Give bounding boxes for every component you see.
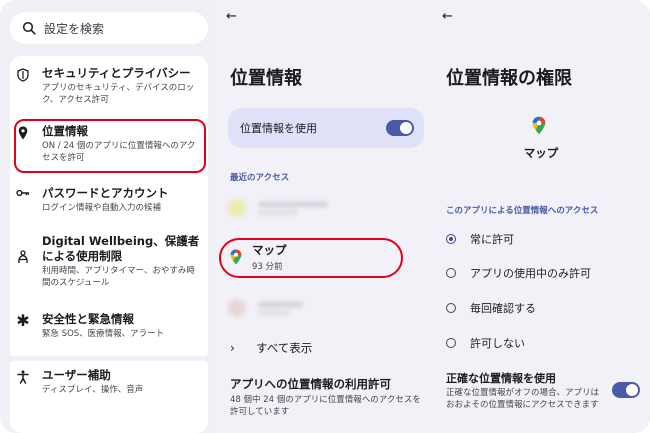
app-icon <box>228 199 246 217</box>
search-bar[interactable]: 設定を検索 <box>10 12 208 44</box>
radio-option-ask-every-time[interactable]: 毎回確認する <box>446 300 536 316</box>
access-heading: このアプリによる位置情報へのアクセス <box>446 206 599 216</box>
radio-label: 常に許可 <box>470 233 514 246</box>
radio-option-always[interactable]: 常に許可 <box>446 231 514 247</box>
radio-option-deny[interactable]: 許可しない <box>446 335 525 351</box>
settings-item-subtitle: 利用時間、アプリタイマー、おやすみ時間のスケジュール <box>42 266 195 288</box>
location-permission-panel: ← 位置情報の権限 マップ このアプリによる位置情報へのアクセス 常に許可 アプ… <box>432 0 650 433</box>
settings-item-title: Digital Wellbeing、保護者による使用制限 <box>42 234 200 263</box>
chevron-right-icon: › <box>230 341 235 355</box>
recent-access-heading: 最近のアクセス <box>230 173 290 183</box>
app-name: マップ <box>523 146 559 160</box>
settings-item-wellbeing[interactable]: Digital Wellbeing、保護者による使用制限 利用時間、アプリタイマ… <box>10 234 208 289</box>
settings-sidebar: 設定を検索 セキュリティとプライバシー アプリのセキュリティ、デバイスのロック、… <box>0 0 216 433</box>
blurred-app-row[interactable] <box>228 291 303 325</box>
app-permission-summary: 48 個中 24 個のアプリに位置情報へのアクセスを許可しています <box>230 395 421 417</box>
radio-option-while-using[interactable]: アプリの使用中のみ許可 <box>446 265 591 281</box>
highlight-box <box>14 119 206 173</box>
app-icon <box>228 299 246 317</box>
settings-item-subtitle: ログイン情報や自動入力の候補 <box>42 203 162 213</box>
shield-icon <box>17 68 29 82</box>
settings-item-title: 安全性と緊急情報 <box>42 312 134 326</box>
search-icon <box>22 21 36 35</box>
settings-item-passwords[interactable]: パスワードとアカウント ログイン情報や自動入力の候補 <box>10 186 208 214</box>
settings-item-subtitle: アプリのセキュリティ、デバイスのロック、アクセス許可 <box>42 83 195 105</box>
settings-item-title: パスワードとアカウント <box>42 186 169 200</box>
precise-location-toggle[interactable] <box>612 382 640 398</box>
settings-item-title: ユーザー補助 <box>42 368 111 382</box>
precise-location-description: 正確な位置情報がオフの場合、アプリはおおよその位置情報にアクセスできます <box>446 388 600 410</box>
show-all-label: すべて表示 <box>256 341 313 355</box>
settings-item-subtitle: ディスプレイ、操作、音声 <box>42 385 144 395</box>
settings-item-security[interactable]: セキュリティとプライバシー アプリのセキュリティ、デバイスのロック、アクセス許可 <box>10 66 208 106</box>
page-title: 位置情報 <box>230 68 302 89</box>
radio-button[interactable] <box>446 338 456 348</box>
highlight-box <box>219 238 403 278</box>
search-input[interactable]: 設定を検索 <box>44 20 104 37</box>
radio-button[interactable] <box>446 268 456 278</box>
key-icon <box>16 189 30 197</box>
settings-item-title: セキュリティとプライバシー <box>42 66 191 80</box>
use-location-toggle[interactable] <box>386 120 414 136</box>
settings-window: 設定を検索 セキュリティとプライバシー アプリのセキュリティ、デバイスのロック、… <box>0 0 650 433</box>
location-panel: ← 位置情報 位置情報を使用 最近のアクセス マップ 93 分前 › すべて表示… <box>216 0 432 433</box>
accessibility-icon <box>17 370 29 384</box>
page-title: 位置情報の権限 <box>446 68 572 89</box>
radio-label: 毎回確認する <box>470 302 536 315</box>
radio-button[interactable] <box>446 303 456 313</box>
blurred-app-row[interactable] <box>228 191 328 225</box>
radio-label: アプリの使用中のみ許可 <box>470 267 591 280</box>
app-permission-title[interactable]: アプリへの位置情報の利用許可 <box>230 376 391 392</box>
radio-button[interactable] <box>446 234 456 244</box>
settings-item-accessibility[interactable]: ユーザー補助 ディスプレイ、操作、音声 <box>10 368 208 396</box>
precise-location-title: 正確な位置情報を使用 <box>446 372 556 385</box>
use-location-label: 位置情報を使用 <box>240 122 317 135</box>
back-arrow-icon[interactable]: ← <box>226 9 237 24</box>
asterisk-icon: ✱ <box>16 311 30 330</box>
settings-item-safety[interactable]: ✱ 安全性と緊急情報 緊急 SOS、医療情報、アラート <box>10 312 208 340</box>
show-all-button[interactable]: › すべて表示 <box>230 340 312 356</box>
wellbeing-icon <box>18 250 28 264</box>
radio-label: 許可しない <box>470 337 525 350</box>
back-arrow-icon[interactable]: ← <box>442 9 453 24</box>
google-maps-icon <box>532 116 546 135</box>
settings-item-subtitle: 緊急 SOS、医療情報、アラート <box>42 329 165 339</box>
